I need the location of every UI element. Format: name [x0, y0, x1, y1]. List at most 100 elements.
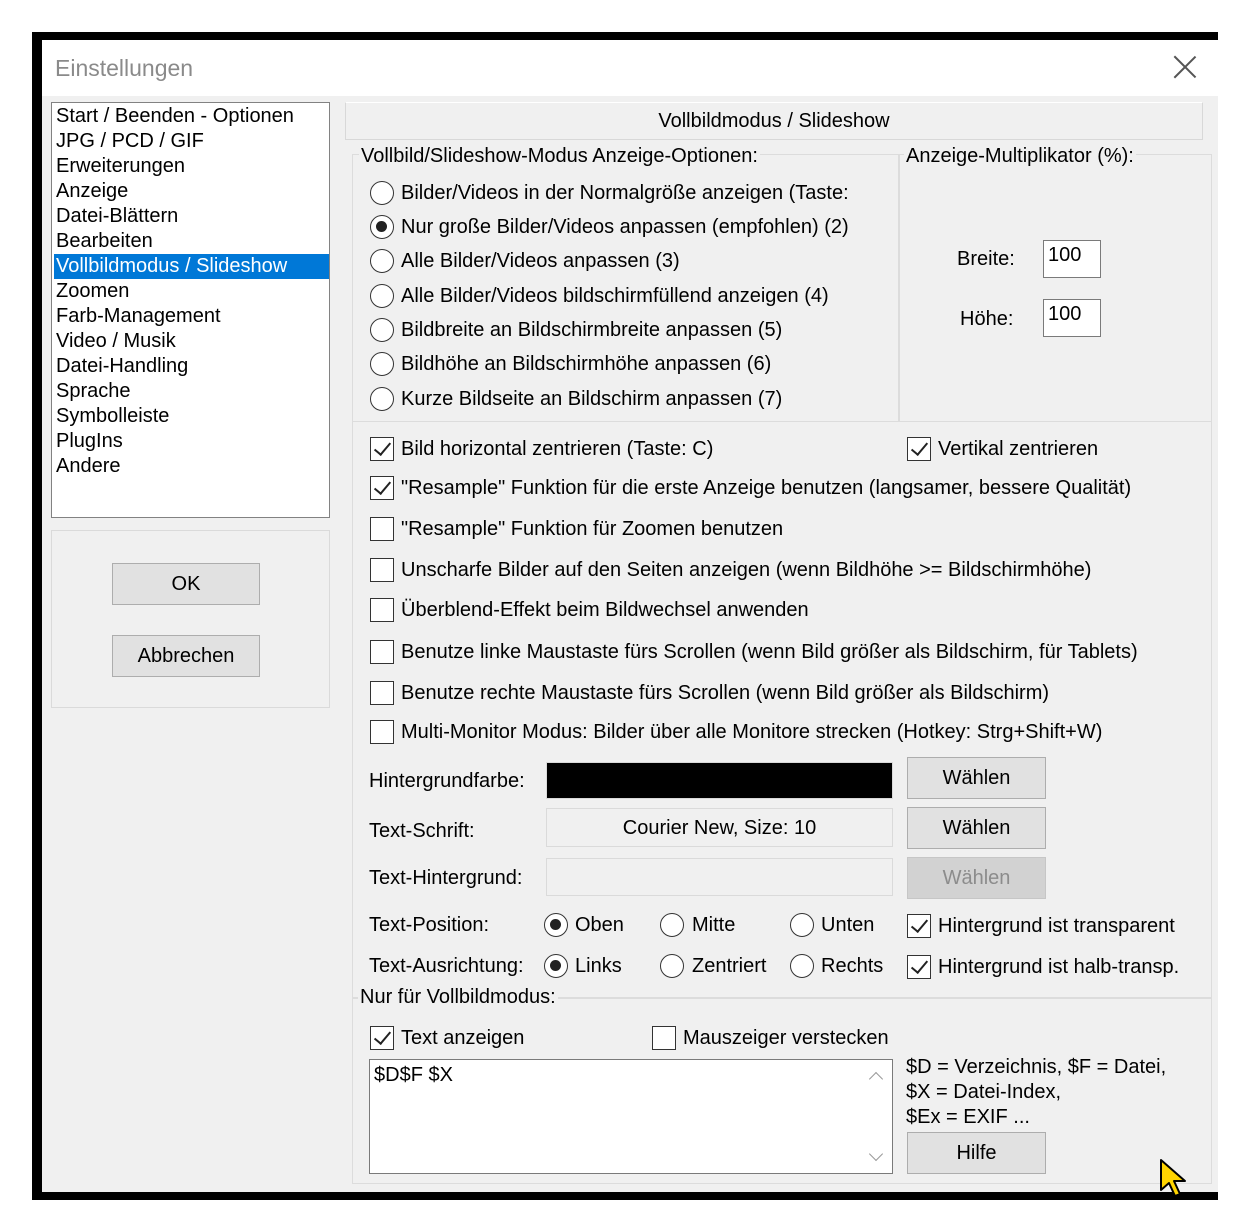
category-item-selected[interactable]: Vollbildmodus / Slideshow — [54, 254, 329, 279]
display-option-label[interactable]: Alle Bilder/Videos anpassen (3) — [401, 249, 680, 273]
close-icon[interactable] — [1166, 48, 1204, 86]
display-option-label[interactable]: Kurze Bildseite an Bildschirm anpassen (… — [401, 387, 782, 411]
align-right-label[interactable]: Rechts — [821, 954, 883, 978]
height-label: Höhe: — [960, 308, 1014, 330]
cancel-button[interactable]: Abbrechen — [112, 635, 260, 677]
position-middle-label[interactable]: Mitte — [692, 913, 735, 937]
fade-checkbox[interactable] — [370, 598, 394, 622]
category-item[interactable]: Video / Musik — [54, 329, 329, 354]
display-option-label[interactable]: Nur große Bilder/Videos anpassen (empfoh… — [401, 215, 849, 239]
category-item[interactable]: Andere — [54, 454, 329, 479]
category-item[interactable]: Zoomen — [54, 279, 329, 304]
display-option-radio[interactable] — [370, 284, 394, 308]
page-title: Vollbildmodus / Slideshow — [345, 102, 1203, 140]
width-input[interactable]: 100 — [1043, 240, 1101, 278]
height-input[interactable]: 100 — [1043, 299, 1101, 337]
resample-zoom-checkbox[interactable] — [370, 517, 394, 541]
left-scroll-checkbox[interactable] — [370, 640, 394, 664]
text-background-label: Text-Hintergrund: — [369, 867, 523, 889]
title-bar[interactable] — [42, 40, 1218, 96]
align-left-radio[interactable] — [544, 954, 568, 978]
multi-monitor-checkbox[interactable] — [370, 720, 394, 744]
resample-first-label[interactable]: "Resample" Funktion für die erste Anzeig… — [401, 476, 1131, 500]
display-option-radio[interactable] — [370, 318, 394, 342]
display-option-radio[interactable] — [370, 181, 394, 205]
position-bottom-label[interactable]: Unten — [821, 913, 874, 937]
category-item[interactable]: Erweiterungen — [54, 154, 329, 179]
category-item[interactable]: Start / Beenden - Optionen — [54, 104, 329, 129]
align-right-radio[interactable] — [790, 954, 814, 978]
position-top-label[interactable]: Oben — [575, 913, 624, 937]
mouse-cursor-icon — [1160, 1159, 1186, 1197]
text-position-label: Text-Position: — [369, 914, 490, 936]
category-item[interactable]: Bearbeiten — [54, 229, 329, 254]
help-button[interactable]: Hilfe — [907, 1132, 1046, 1174]
position-middle-radio[interactable] — [660, 913, 684, 937]
align-left-label[interactable]: Links — [575, 954, 622, 978]
display-option-label[interactable]: Bildbreite an Bildschirmbreite anpassen … — [401, 318, 782, 342]
text-background-swatch — [546, 858, 893, 896]
category-item[interactable]: Anzeige — [54, 179, 329, 204]
category-item[interactable]: Datei-Blättern — [54, 204, 329, 229]
position-bottom-radio[interactable] — [790, 913, 814, 937]
overlay-text-value[interactable]: $D$F $X — [374, 1064, 453, 1087]
blur-sides-label[interactable]: Unscharfe Bilder auf den Seiten anzeigen… — [401, 558, 1091, 582]
overlay-text-input[interactable]: $D$F $X — [369, 1059, 893, 1174]
fullscreen-only-title: Nur für Vollbildmodus: — [358, 985, 558, 1009]
category-item[interactable]: PlugIns — [54, 429, 329, 454]
transparent-checkbox[interactable] — [907, 914, 931, 938]
category-item[interactable]: JPG / PCD / GIF — [54, 129, 329, 154]
category-list[interactable]: Start / Beenden - Optionen JPG / PCD / G… — [51, 102, 330, 518]
choose-text-background-button[interactable]: Wählen — [907, 857, 1046, 899]
help-text-line: $Ex = EXIF ... — [906, 1106, 1030, 1128]
show-text-label[interactable]: Text anzeigen — [401, 1026, 524, 1050]
background-color-label: Hintergrundfarbe: — [369, 770, 525, 792]
right-scroll-checkbox[interactable] — [370, 681, 394, 705]
center-horizontal-checkbox[interactable] — [370, 437, 394, 461]
position-top-radio[interactable] — [544, 913, 568, 937]
choose-background-color-button[interactable]: Wählen — [907, 757, 1046, 799]
right-scroll-label[interactable]: Benutze rechte Maustaste fürs Scrollen (… — [401, 681, 1049, 705]
center-horizontal-label[interactable]: Bild horizontal zentrieren (Taste: C) — [401, 437, 713, 461]
hide-cursor-checkbox[interactable] — [652, 1026, 676, 1050]
text-alignment-label: Text-Ausrichtung: — [369, 955, 524, 977]
textarea-scrollbar[interactable] — [860, 1060, 892, 1173]
scroll-up-icon[interactable] — [868, 1071, 884, 1087]
semi-transparent-checkbox[interactable] — [907, 955, 931, 979]
resample-zoom-label[interactable]: "Resample" Funktion für Zoomen benutzen — [401, 517, 783, 541]
show-text-checkbox[interactable] — [370, 1026, 394, 1050]
display-option-radio[interactable] — [370, 249, 394, 273]
display-option-radio[interactable] — [370, 387, 394, 411]
choose-font-button[interactable]: Wählen — [907, 807, 1046, 849]
align-center-label[interactable]: Zentriert — [692, 954, 766, 978]
center-vertical-label[interactable]: Vertikal zentrieren — [938, 437, 1098, 461]
category-item[interactable]: Symbolleiste — [54, 404, 329, 429]
multiplier-title: Anzeige-Multiplikator (%): — [904, 144, 1136, 168]
transparent-label[interactable]: Hintergrund ist transparent — [938, 914, 1175, 938]
scroll-down-icon[interactable] — [868, 1146, 884, 1162]
ok-button[interactable]: OK — [112, 563, 260, 605]
button-panel — [51, 530, 330, 708]
category-item[interactable]: Sprache — [54, 379, 329, 404]
hide-cursor-label[interactable]: Mauszeiger verstecken — [683, 1026, 889, 1050]
help-text-line: $X = Datei-Index, — [906, 1081, 1062, 1103]
semi-transparent-label[interactable]: Hintergrund ist halb-transp. — [938, 955, 1179, 979]
display-option-label[interactable]: Bildhöhe an Bildschirmhöhe anpassen (6) — [401, 352, 771, 376]
window-title: Einstellungen — [55, 55, 194, 81]
multi-monitor-label[interactable]: Multi-Monitor Modus: Bilder über alle Mo… — [401, 720, 1102, 744]
blur-sides-checkbox[interactable] — [370, 558, 394, 582]
display-option-radio[interactable] — [370, 352, 394, 376]
display-option-label[interactable]: Alle Bilder/Videos bildschirmfüllend anz… — [401, 284, 829, 308]
align-center-radio[interactable] — [660, 954, 684, 978]
resample-first-checkbox[interactable] — [370, 476, 394, 500]
display-options-title: Vollbild/Slideshow-Modus Anzeige-Optione… — [359, 144, 760, 168]
center-vertical-checkbox[interactable] — [907, 437, 931, 461]
left-scroll-label[interactable]: Benutze linke Maustaste fürs Scrollen (w… — [401, 640, 1138, 664]
display-option-radio[interactable] — [370, 215, 394, 239]
text-font-label: Text-Schrift: — [369, 820, 475, 842]
multiplier-group — [898, 154, 1212, 422]
fade-label[interactable]: Überblend-Effekt beim Bildwechsel anwend… — [401, 598, 809, 622]
category-item[interactable]: Farb-Management — [54, 304, 329, 329]
display-option-label[interactable]: Bilder/Videos in der Normalgröße anzeige… — [401, 181, 893, 205]
category-item[interactable]: Datei-Handling — [54, 354, 329, 379]
